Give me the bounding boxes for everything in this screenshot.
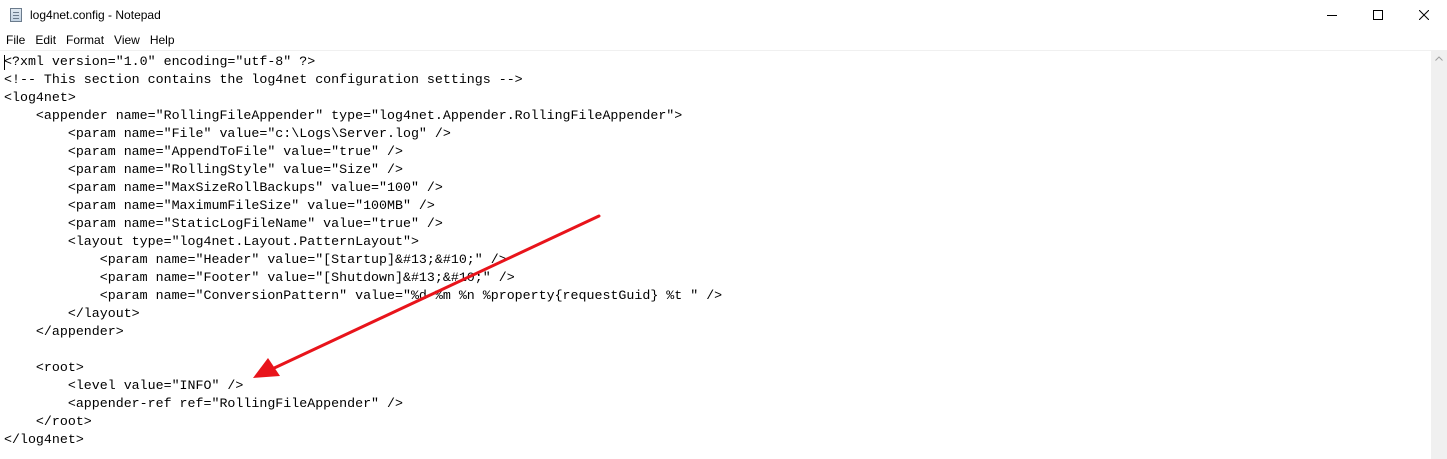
code-line: <param name="MaxSizeRollBackups" value="… — [4, 180, 443, 195]
code-line: <?xml version="1.0" encoding="utf-8" ?> — [4, 54, 316, 69]
scroll-up-button[interactable] — [1431, 50, 1447, 67]
window-title: log4net.config - Notepad — [30, 8, 161, 22]
menu-help[interactable]: Help — [145, 31, 180, 50]
menu-format[interactable]: Format — [61, 31, 109, 50]
code-line: <param name="Header" value="[Startup]&#1… — [4, 252, 507, 267]
menu-file[interactable]: File — [0, 31, 30, 50]
minimize-icon — [1327, 15, 1337, 16]
code-line: </layout> — [4, 306, 140, 321]
code-line: <root> — [4, 360, 84, 375]
notepad-icon — [10, 8, 22, 22]
code-line: <level value="INFO" /> — [4, 378, 244, 393]
code-line: <param name="ConversionPattern" value="%… — [4, 288, 723, 303]
menu-view[interactable]: View — [109, 31, 145, 50]
minimize-button[interactable] — [1309, 0, 1355, 30]
code-line: <param name="StaticLogFileName" value="t… — [4, 216, 443, 231]
menu-bar: File Edit Format View Help — [0, 31, 1447, 50]
code-line: <log4net> — [4, 90, 76, 105]
chevron-up-icon — [1435, 56, 1443, 61]
code-line: <!-- This section contains the log4net c… — [4, 72, 523, 87]
maximize-icon — [1373, 10, 1383, 20]
code-line: <param name="MaximumFileSize" value="100… — [4, 198, 435, 213]
close-button[interactable] — [1401, 0, 1447, 30]
editor-content[interactable]: <?xml version="1.0" encoding="utf-8" ?> <… — [4, 53, 722, 449]
vertical-scrollbar[interactable] — [1431, 50, 1447, 459]
code-line: </log4net> — [4, 432, 84, 447]
code-line: <layout type="log4net.Layout.PatternLayo… — [4, 234, 419, 249]
menu-edit[interactable]: Edit — [30, 31, 61, 50]
code-line: <param name="Footer" value="[Shutdown]&#… — [4, 270, 515, 285]
scrollbar-track[interactable] — [1432, 67, 1446, 459]
title-bar[interactable]: log4net.config - Notepad — [0, 0, 1447, 30]
maximize-button[interactable] — [1355, 0, 1401, 30]
code-line: <param name="RollingStyle" value="Size" … — [4, 162, 403, 177]
code-line: <param name="AppendToFile" value="true" … — [4, 144, 403, 159]
close-icon — [1419, 10, 1429, 20]
code-line: <param name="File" value="c:\Logs\Server… — [4, 126, 451, 141]
code-line: </appender> — [4, 324, 124, 339]
code-line: <appender-ref ref="RollingFileAppender" … — [4, 396, 403, 411]
code-line: <appender name="RollingFileAppender" typ… — [4, 108, 683, 123]
text-editor[interactable]: <?xml version="1.0" encoding="utf-8" ?> <… — [0, 50, 1431, 459]
code-line: </root> — [4, 414, 92, 429]
